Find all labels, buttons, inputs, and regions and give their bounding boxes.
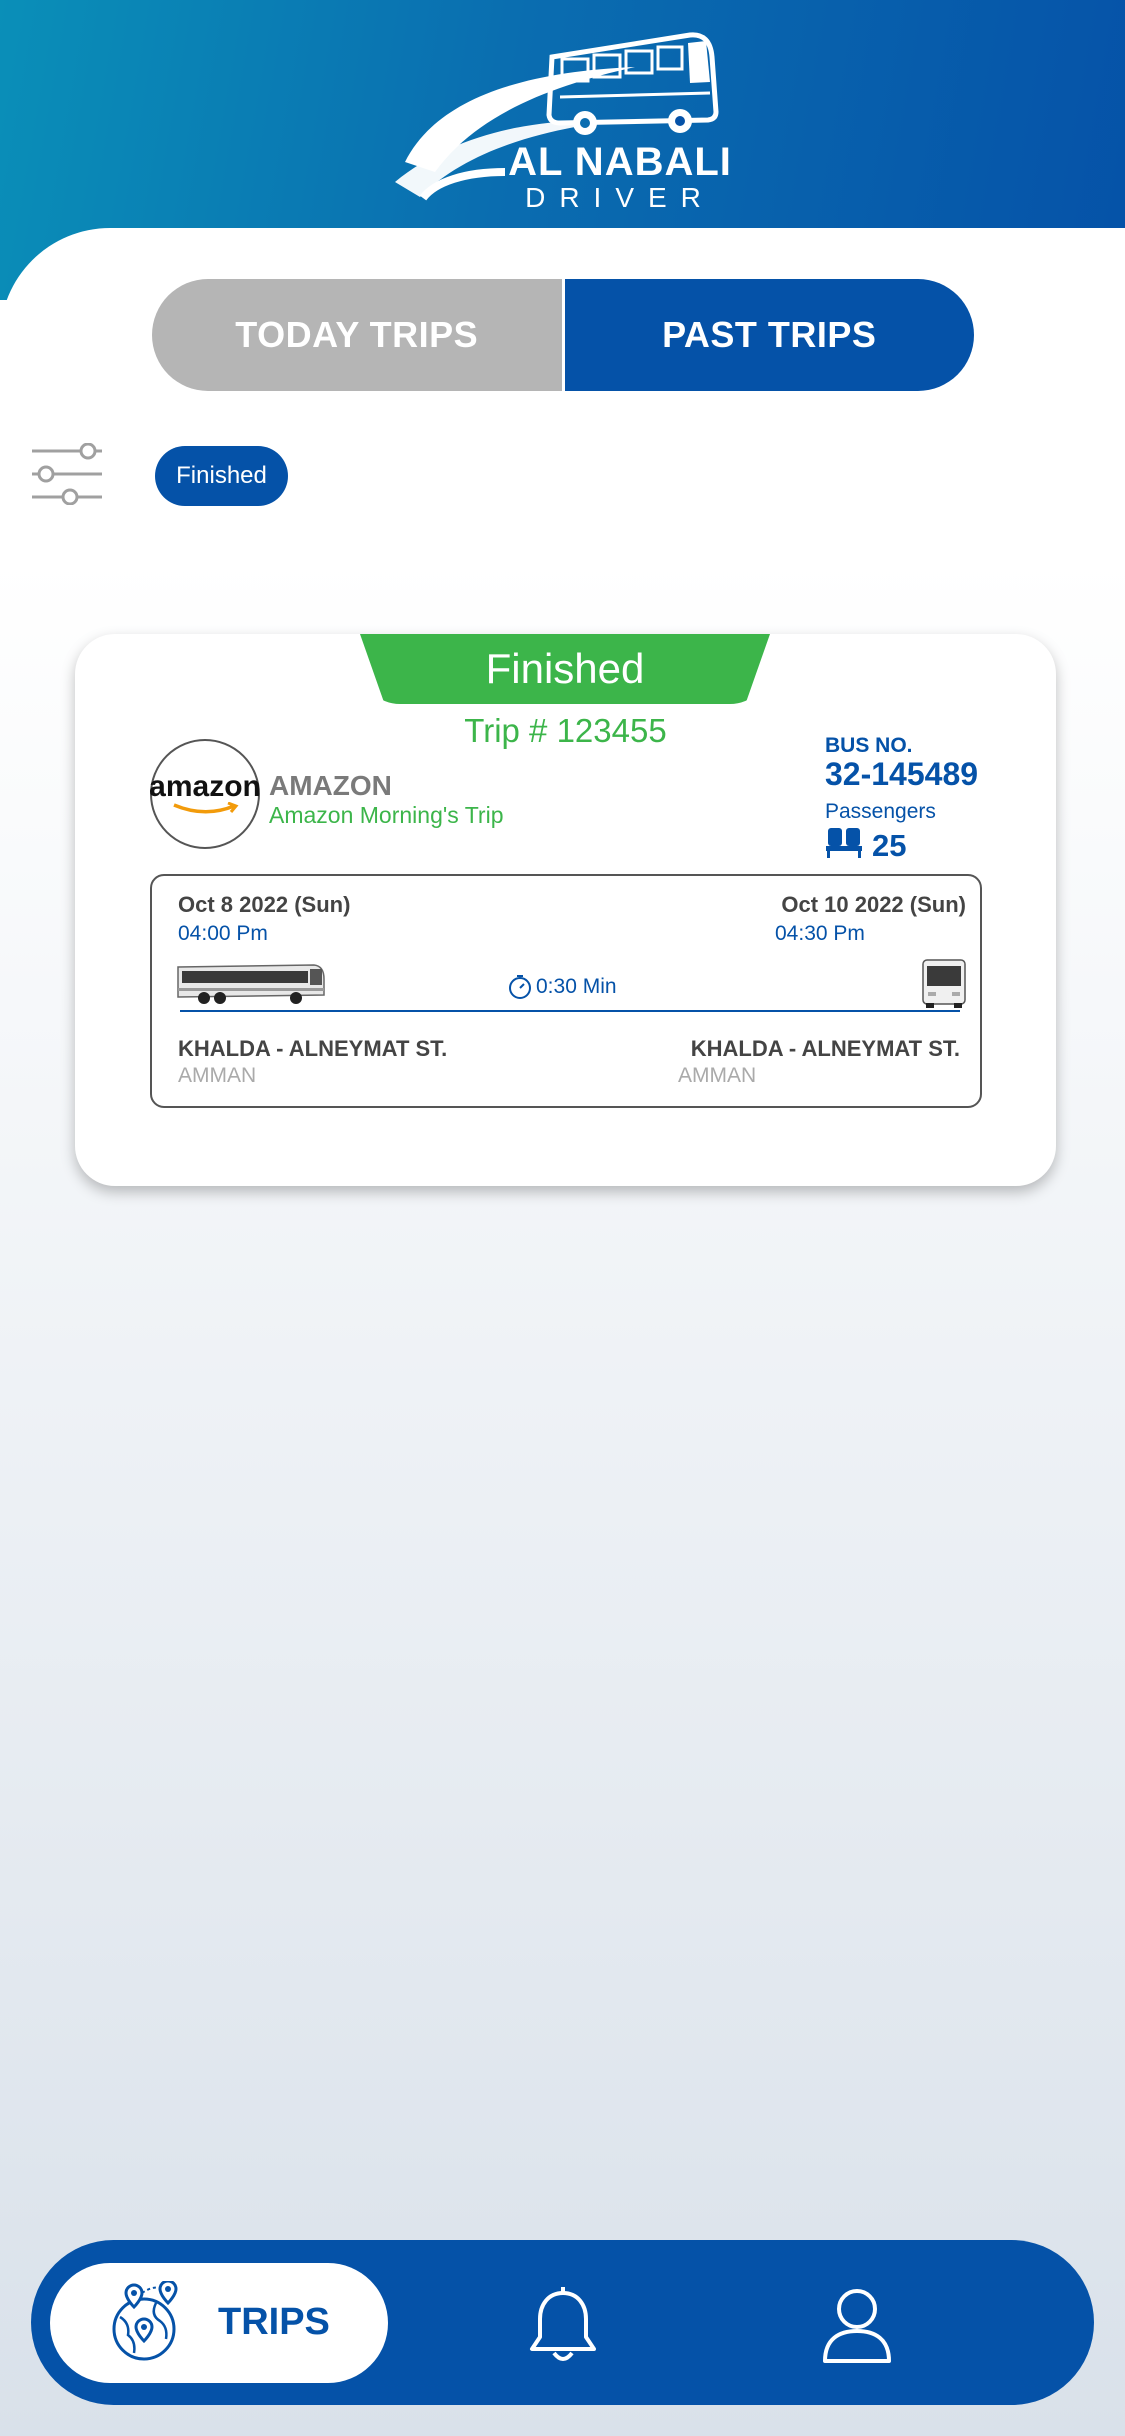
coach-bus-icon [177,964,325,1004]
departure-place: KHALDA - ALNEYMAT ST. [178,1036,448,1061]
company-name: AMAZON [269,770,392,801]
departure-time: 04:00 Pm [178,922,268,945]
amazon-smile-icon [173,802,239,814]
passengers-label: Passengers [825,800,936,823]
tab-today-trips[interactable]: TODAY TRIPS [152,279,565,391]
departure-city: AMMAN [178,1064,257,1087]
arrival-place: KHALDA - ALNEYMAT ST. [690,1036,960,1061]
duration-text: 0:30 Min [536,975,617,998]
company-logo-text: amazon [149,770,261,803]
clock-icon [509,975,531,999]
seat-icon [826,828,862,858]
bus-number-label: BUS NO. [825,734,913,757]
trip-name: Amazon Morning's Trip [269,802,504,828]
departure-date: Oct 8 2022 (Sun) [178,892,351,917]
filter-chip-finished[interactable]: Finished [155,446,288,506]
bus-front-icon [922,959,966,1008]
trip-tabs: TODAY TRIPS PAST TRIPS [152,279,974,391]
arrival-date: Oct 10 2022 (Sun) [781,892,966,917]
tab-past-trips[interactable]: PAST TRIPS [564,279,974,391]
nav-trips-label: TRIPS [218,2301,330,2343]
globe-map-icon [112,2281,178,2361]
arrival-city: AMMAN [678,1064,757,1087]
status-badge: Finished [360,634,770,704]
company-logo: amazon [149,739,261,849]
bell-icon[interactable] [526,2287,600,2365]
route-box: Oct 8 2022 (Sun) 04:00 Pm Oct 10 2022 (S… [150,874,982,1108]
nav-trips-button[interactable]: TRIPS [50,2263,388,2383]
brand-subtitle: DRIVER [525,182,715,213]
brand-title: AL NABALI [508,140,732,184]
bus-number: 32-145489 [825,756,979,792]
user-icon[interactable] [821,2287,893,2363]
filter-sliders-icon[interactable] [30,443,104,505]
passenger-count: 25 [872,828,907,863]
route-line [180,1010,960,1012]
trip-duration: 0:30 Min [507,974,617,1000]
trip-card[interactable]: Finished Trip # 123455 amazon AMAZON Ama… [75,634,1056,1186]
bottom-nav: TRIPS [31,2240,1094,2405]
arrival-time: 04:30 Pm [775,922,865,945]
